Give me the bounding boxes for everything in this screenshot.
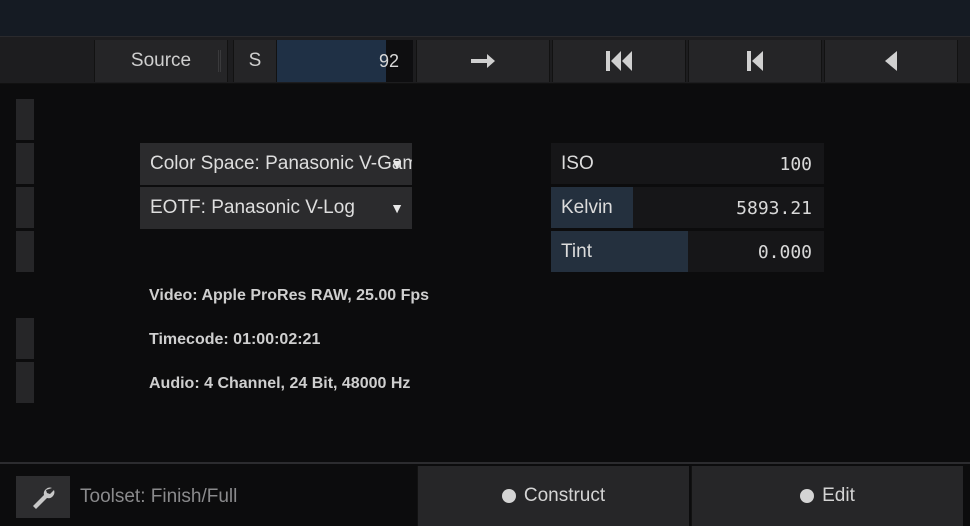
side-tab[interactable]	[16, 143, 34, 184]
s-button[interactable]: S	[233, 40, 277, 82]
iso-field[interactable]: ISO 100	[551, 143, 824, 184]
grip-icon	[218, 50, 221, 72]
kelvin-label: Kelvin	[561, 197, 613, 218]
side-tab[interactable]	[16, 231, 34, 272]
speed-slider-fill	[277, 40, 386, 82]
tint-value: 0.000	[757, 242, 812, 263]
tint-field[interactable]: Tint 0.000	[551, 231, 824, 272]
tint-label: Tint	[561, 241, 592, 262]
transport-toolbar: Source S 92	[0, 36, 970, 84]
eotf-dropdown[interactable]: EOTF: Panasonic V-Log ▼	[140, 187, 412, 229]
footer-bar: Toolset: Finish/Full Construct Edit	[0, 462, 970, 526]
arrow-right-button[interactable]	[416, 40, 550, 82]
chevron-down-icon: ▼	[390, 200, 404, 216]
timecode-info: Timecode: 01:00:02:21	[149, 331, 321, 348]
s-label: S	[248, 50, 262, 71]
title-bar	[0, 0, 970, 36]
skip-to-start-icon	[606, 51, 632, 71]
edit-button[interactable]: Edit	[691, 466, 963, 526]
step-back-button[interactable]	[688, 40, 822, 82]
arrow-right-icon	[471, 54, 495, 68]
play-reverse-button[interactable]	[824, 40, 958, 82]
kelvin-value: 5893.21	[736, 198, 812, 219]
color-space-value: Color Space: Panasonic V-Gamut	[150, 153, 412, 174]
step-back-icon	[747, 51, 763, 71]
dot-icon	[501, 489, 516, 503]
chevron-down-icon: ▼	[390, 156, 404, 172]
source-button[interactable]: Source	[94, 40, 228, 82]
kelvin-field[interactable]: Kelvin 5893.21	[551, 187, 824, 228]
construct-button[interactable]: Construct	[417, 466, 689, 526]
side-tab[interactable]	[16, 362, 34, 403]
dot-icon	[800, 489, 815, 503]
toolset-label: Toolset: Finish/Full	[80, 486, 238, 507]
side-tab[interactable]	[16, 187, 34, 228]
toolset-button[interactable]	[16, 476, 70, 518]
side-tab[interactable]	[16, 99, 34, 140]
construct-label: Construct	[523, 485, 606, 506]
side-tab[interactable]	[16, 318, 34, 359]
eotf-value: EOTF: Panasonic V-Log	[150, 197, 355, 218]
iso-value: 100	[779, 154, 812, 175]
speed-slider[interactable]: 92	[277, 40, 413, 82]
skip-to-start-button[interactable]	[552, 40, 686, 82]
source-label: Source	[130, 50, 192, 71]
speed-value: 92	[378, 51, 399, 71]
play-reverse-icon	[885, 51, 897, 71]
edit-label: Edit	[822, 485, 855, 506]
color-space-dropdown[interactable]: Color Space: Panasonic V-Gamut ▼	[140, 143, 412, 185]
video-info: Video: Apple ProRes RAW, 25.00 Fps	[149, 287, 430, 304]
iso-label: ISO	[561, 153, 594, 174]
audio-info: Audio: 4 Channel, 24 Bit, 48000 Hz	[149, 375, 411, 392]
wrench-icon	[33, 487, 55, 509]
